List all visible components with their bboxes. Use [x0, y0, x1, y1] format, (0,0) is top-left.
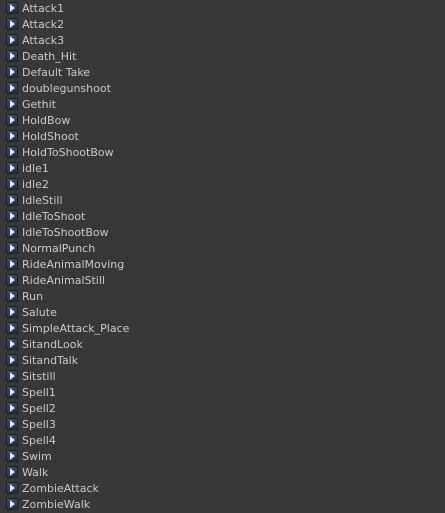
- animation-clip-play-icon[interactable]: [6, 34, 18, 46]
- list-item[interactable]: Default Take: [0, 65, 445, 81]
- list-item[interactable]: Spell1: [0, 385, 445, 401]
- animation-clip-play-icon[interactable]: [6, 258, 18, 270]
- list-item-label: Attack2: [22, 18, 65, 31]
- animation-clip-play-icon[interactable]: [6, 66, 18, 78]
- animation-clip-play-icon[interactable]: [6, 242, 18, 254]
- list-item[interactable]: SimpleAttack_Place: [0, 321, 445, 337]
- animation-clip-play-icon[interactable]: [6, 210, 18, 222]
- animation-clip-play-icon[interactable]: [6, 370, 18, 382]
- animation-clip-play-icon[interactable]: [6, 2, 18, 14]
- animation-clip-play-icon[interactable]: [6, 386, 18, 398]
- list-item[interactable]: SitandLook: [0, 337, 445, 353]
- list-item[interactable]: Death_Hit: [0, 49, 445, 65]
- list-item-label: Death_Hit: [22, 50, 77, 63]
- list-item-label: Attack1: [22, 2, 65, 15]
- animation-clip-play-icon[interactable]: [6, 402, 18, 414]
- list-item[interactable]: IdleToShootBow: [0, 225, 445, 241]
- animation-clip-play-icon[interactable]: [6, 498, 18, 510]
- list-item[interactable]: HoldToShootBow: [0, 145, 445, 161]
- list-item-label: Swim: [22, 450, 52, 463]
- list-item-label: RideAnimalStill: [22, 274, 105, 287]
- list-item-label: idle1: [22, 162, 49, 175]
- list-item-label: Salute: [22, 306, 57, 319]
- list-item[interactable]: IdleToShoot: [0, 209, 445, 225]
- list-item[interactable]: IdleStill: [0, 193, 445, 209]
- animation-clip-play-icon[interactable]: [6, 50, 18, 62]
- list-item[interactable]: idle2: [0, 177, 445, 193]
- animation-clip-play-icon[interactable]: [6, 98, 18, 110]
- list-item[interactable]: Run: [0, 289, 445, 305]
- animation-clip-play-icon[interactable]: [6, 322, 18, 334]
- animation-clip-list: Attack1 Attack2 Attack3 Death_Hit Default Ta…: [0, 0, 445, 512]
- animation-clip-play-icon[interactable]: [6, 354, 18, 366]
- list-item[interactable]: Spell2: [0, 401, 445, 417]
- animation-clip-play-icon[interactable]: [6, 82, 18, 94]
- animation-clip-play-icon[interactable]: [6, 338, 18, 350]
- list-item-label: Spell1: [22, 386, 56, 399]
- list-item-label: ZombieWalk: [22, 498, 91, 511]
- list-item-label: Walk: [22, 466, 49, 479]
- list-item-label: Run: [22, 290, 44, 303]
- list-item[interactable]: SitandTalk: [0, 353, 445, 369]
- animation-clip-play-icon[interactable]: [6, 306, 18, 318]
- list-item[interactable]: Spell4: [0, 433, 445, 449]
- list-item[interactable]: HoldShoot: [0, 129, 445, 145]
- list-item[interactable]: HoldBow: [0, 113, 445, 129]
- list-item-label: HoldToShootBow: [22, 146, 114, 159]
- list-item[interactable]: Attack1: [0, 1, 445, 17]
- list-item[interactable]: doublegunshoot: [0, 81, 445, 97]
- list-item-label: doublegunshoot: [22, 82, 111, 95]
- list-item-label: Default Take: [22, 66, 91, 79]
- list-item-label: HoldBow: [22, 114, 71, 127]
- list-item[interactable]: Sitstill: [0, 369, 445, 385]
- list-item-label: Gethit: [22, 98, 56, 111]
- list-item-label: SimpleAttack_Place: [22, 322, 130, 335]
- animation-clip-play-icon[interactable]: [6, 434, 18, 446]
- animation-clip-play-icon[interactable]: [6, 418, 18, 430]
- list-item[interactable]: Salute: [0, 305, 445, 321]
- animation-clip-play-icon[interactable]: [6, 146, 18, 158]
- list-item-label: Spell4: [22, 434, 56, 447]
- animation-clip-play-icon[interactable]: [6, 450, 18, 462]
- animation-clip-play-icon[interactable]: [6, 226, 18, 238]
- list-item-label: Spell3: [22, 418, 56, 431]
- animation-clip-play-icon[interactable]: [6, 274, 18, 286]
- list-item[interactable]: NormalPunch: [0, 241, 445, 257]
- list-item[interactable]: Attack3: [0, 33, 445, 49]
- animation-clip-play-icon[interactable]: [6, 130, 18, 142]
- list-item-label: SitandTalk: [22, 354, 79, 367]
- list-item[interactable]: Attack2: [0, 17, 445, 33]
- animation-clip-play-icon[interactable]: [6, 194, 18, 206]
- list-item[interactable]: idle1: [0, 161, 445, 177]
- list-item-label: IdleToShootBow: [22, 226, 109, 239]
- animation-clip-play-icon[interactable]: [6, 162, 18, 174]
- animation-clip-play-icon[interactable]: [6, 290, 18, 302]
- list-item[interactable]: RideAnimalStill: [0, 273, 445, 289]
- list-item[interactable]: ZombieAttack: [0, 481, 445, 497]
- list-item-label: idle2: [22, 178, 49, 191]
- list-item[interactable]: RideAnimalMoving: [0, 257, 445, 273]
- list-item-label: SitandLook: [22, 338, 83, 351]
- list-item-label: IdleToShoot: [22, 210, 86, 223]
- list-item[interactable]: ZombieWalk: [0, 497, 445, 513]
- list-item-label: RideAnimalMoving: [22, 258, 125, 271]
- list-item-label: IdleStill: [22, 194, 63, 207]
- list-item-label: Attack3: [22, 34, 65, 47]
- animation-clip-play-icon[interactable]: [6, 114, 18, 126]
- list-item-label: Sitstill: [22, 370, 56, 383]
- list-item-label: ZombieAttack: [22, 482, 99, 495]
- list-item-label: NormalPunch: [22, 242, 96, 255]
- animation-clip-play-icon[interactable]: [6, 482, 18, 494]
- animation-clip-play-icon[interactable]: [6, 178, 18, 190]
- list-item-label: Spell2: [22, 402, 56, 415]
- list-item[interactable]: Walk: [0, 465, 445, 481]
- animation-clip-play-icon[interactable]: [6, 18, 18, 30]
- list-item[interactable]: Gethit: [0, 97, 445, 113]
- list-item-label: HoldShoot: [22, 130, 79, 143]
- list-item[interactable]: Swim: [0, 449, 445, 465]
- animation-clip-play-icon[interactable]: [6, 466, 18, 478]
- list-item[interactable]: Spell3: [0, 417, 445, 433]
